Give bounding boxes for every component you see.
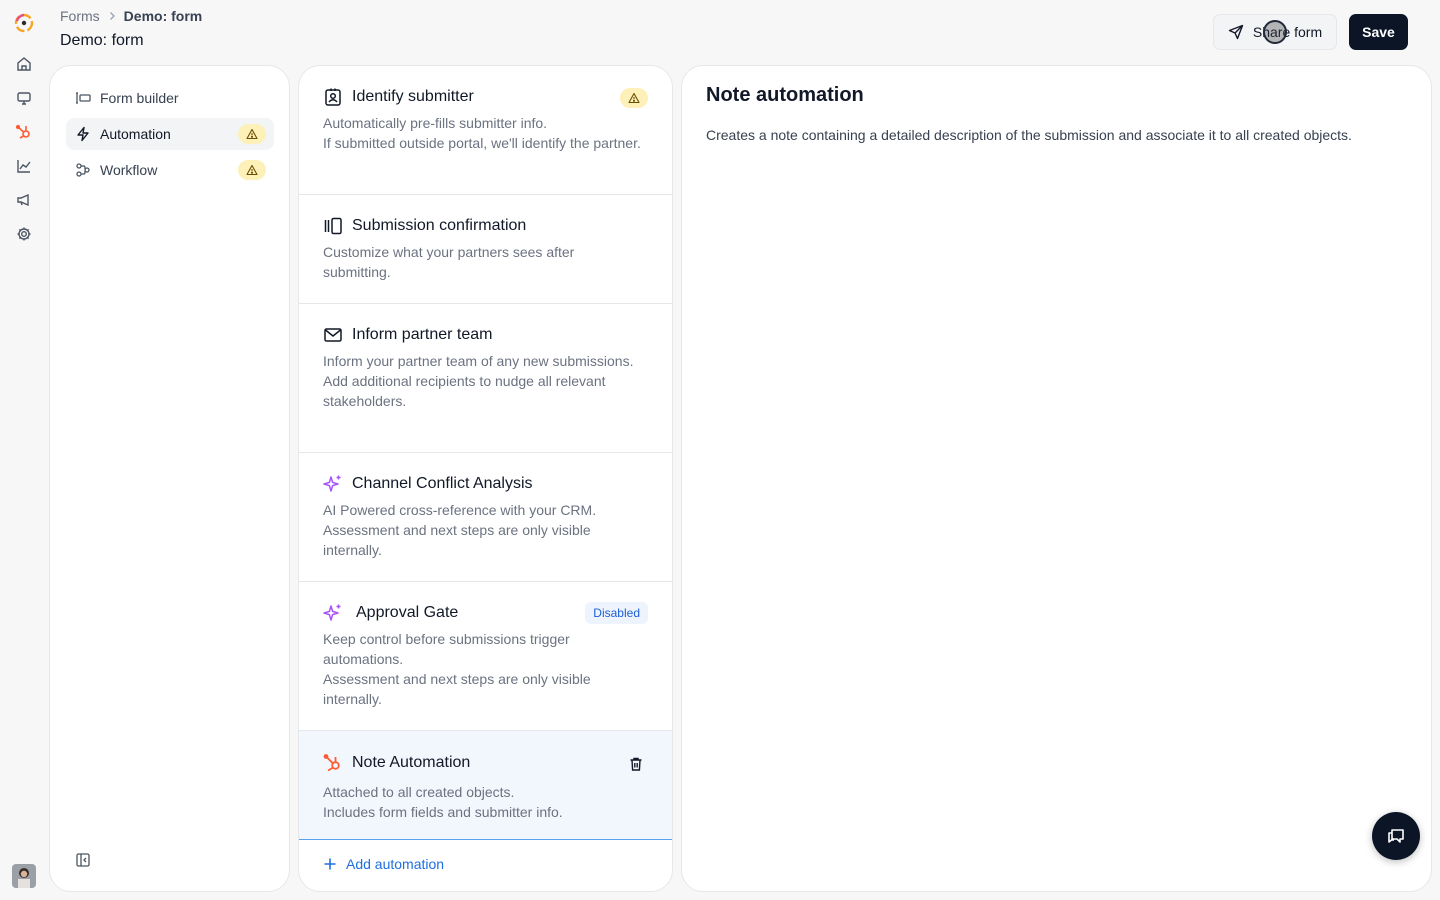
card-title: Channel Conflict Analysis xyxy=(352,475,533,492)
detail-description: Creates a note containing a detailed des… xyxy=(706,127,1352,143)
card-description: Keep control before submissions trigger … xyxy=(323,629,643,709)
card-description-line: Automatically pre-fills submitter info. xyxy=(323,115,548,131)
card-description: Attached to all created objects. Include… xyxy=(323,782,643,822)
card-title: Submission confirmation xyxy=(352,217,527,234)
automation-card-inform-partner-team[interactable]: Inform partner team Inform your partner … xyxy=(299,304,672,453)
hubspot-icon xyxy=(323,753,343,773)
automation-detail-panel: Note automation Creates a note containin… xyxy=(681,65,1432,892)
card-title: Identify submitter xyxy=(352,88,474,105)
card-title: Note Automation xyxy=(352,754,471,771)
sidebar-item-label: Form builder xyxy=(100,90,179,106)
mail-icon xyxy=(323,325,343,345)
card-description-line: Keep control before submissions trigger … xyxy=(323,631,570,667)
card-title: Inform partner team xyxy=(352,326,493,343)
detail-title: Note automation xyxy=(706,84,864,106)
megaphone-icon[interactable] xyxy=(15,191,33,209)
form-builder-icon xyxy=(75,90,91,106)
workflow-icon xyxy=(75,162,91,178)
chat-icon xyxy=(1385,825,1407,847)
card-description: Customize what your partners sees after … xyxy=(323,242,643,282)
card-description-line: Assessment and next steps are only visib… xyxy=(323,671,591,707)
card-header: Inform partner team xyxy=(323,325,493,345)
sidebar-item-label: Automation xyxy=(100,126,171,142)
sparkles-icon xyxy=(323,603,343,623)
warning-icon xyxy=(620,88,648,108)
warning-icon xyxy=(238,160,266,180)
sidebar-item-automation[interactable]: Automation xyxy=(66,118,274,150)
form-sections-panel: Form builder Automation Workflow xyxy=(49,65,290,892)
gallery-icon xyxy=(323,216,343,236)
card-description-line: Includes form fields and submitter info. xyxy=(323,804,563,820)
chevron-right-icon xyxy=(106,10,118,22)
card-header: Approval Gate xyxy=(323,603,458,623)
collapse-sidebar-icon[interactable] xyxy=(75,852,91,868)
warning-icon xyxy=(238,124,266,144)
send-icon xyxy=(1228,24,1244,40)
breadcrumb: Forms Demo: form xyxy=(60,7,202,25)
card-description-line: Customize what your partners sees after … xyxy=(323,244,575,280)
card-header: Channel Conflict Analysis xyxy=(323,474,533,494)
card-description-line: Assessment and next steps are only visib… xyxy=(323,522,591,558)
card-description-line: Attached to all created objects. xyxy=(323,784,515,800)
add-automation-button[interactable]: Add automation xyxy=(323,856,444,872)
automation-card-note-automation[interactable]: Note Automation Attached to all created … xyxy=(299,731,672,840)
share-form-button[interactable]: Share form xyxy=(1213,14,1337,50)
sidebar-item-label: Workflow xyxy=(100,162,158,178)
hubspot-icon[interactable] xyxy=(15,123,33,141)
add-automation-label: Add automation xyxy=(346,856,445,872)
monitor-icon[interactable] xyxy=(15,89,33,107)
share-form-label: Share form xyxy=(1252,24,1323,40)
card-header: Note Automation xyxy=(323,753,470,773)
plus-icon xyxy=(323,857,337,871)
automation-card-submission-confirmation[interactable]: Submission confirmation Customize what y… xyxy=(299,195,672,304)
chart-icon[interactable] xyxy=(15,157,33,175)
breadcrumb-root[interactable]: Forms xyxy=(60,8,100,24)
lightning-icon xyxy=(75,126,91,142)
card-description-line: Inform your partner team of any new subm… xyxy=(323,353,634,369)
brand-logo-icon[interactable] xyxy=(13,12,35,34)
card-description: Inform your partner team of any new subm… xyxy=(323,351,643,411)
card-description: AI Powered cross-reference with your CRM… xyxy=(323,500,643,560)
status-badge: Disabled xyxy=(585,602,648,624)
contact-card-icon xyxy=(323,87,343,107)
card-description-line: Add additional recipients to nudge all r… xyxy=(323,373,606,409)
sidebar-item-workflow[interactable]: Workflow xyxy=(66,154,274,186)
card-description-line: If submitted outside portal, we'll ident… xyxy=(323,135,641,151)
settings-icon[interactable] xyxy=(15,225,33,243)
icon-rail xyxy=(0,0,48,900)
avatar[interactable] xyxy=(12,864,36,888)
automations-panel: Identify submitter Automatically pre-fil… xyxy=(298,65,673,892)
card-description-line: AI Powered cross-reference with your CRM… xyxy=(323,502,597,518)
sidebar-item-form-builder[interactable]: Form builder xyxy=(66,82,274,114)
card-header: Submission confirmation xyxy=(323,216,526,236)
automation-card-channel-conflict-analysis[interactable]: Channel Conflict Analysis AI Powered cro… xyxy=(299,453,672,582)
automation-card-identify-submitter[interactable]: Identify submitter Automatically pre-fil… xyxy=(299,66,672,195)
trash-icon[interactable] xyxy=(628,756,644,772)
automation-card-approval-gate[interactable]: Approval Gate Disabled Keep control befo… xyxy=(299,582,672,731)
home-icon[interactable] xyxy=(15,55,33,73)
save-button[interactable]: Save xyxy=(1349,14,1408,50)
card-header: Identify submitter xyxy=(323,87,474,107)
breadcrumb-current: Demo: form xyxy=(123,8,203,24)
card-description: Automatically pre-fills submitter info. … xyxy=(323,113,643,153)
sparkles-icon xyxy=(323,474,343,494)
chat-support-button[interactable] xyxy=(1372,812,1420,860)
page-title: Demo: form xyxy=(60,32,144,49)
card-title: Approval Gate xyxy=(356,604,459,621)
